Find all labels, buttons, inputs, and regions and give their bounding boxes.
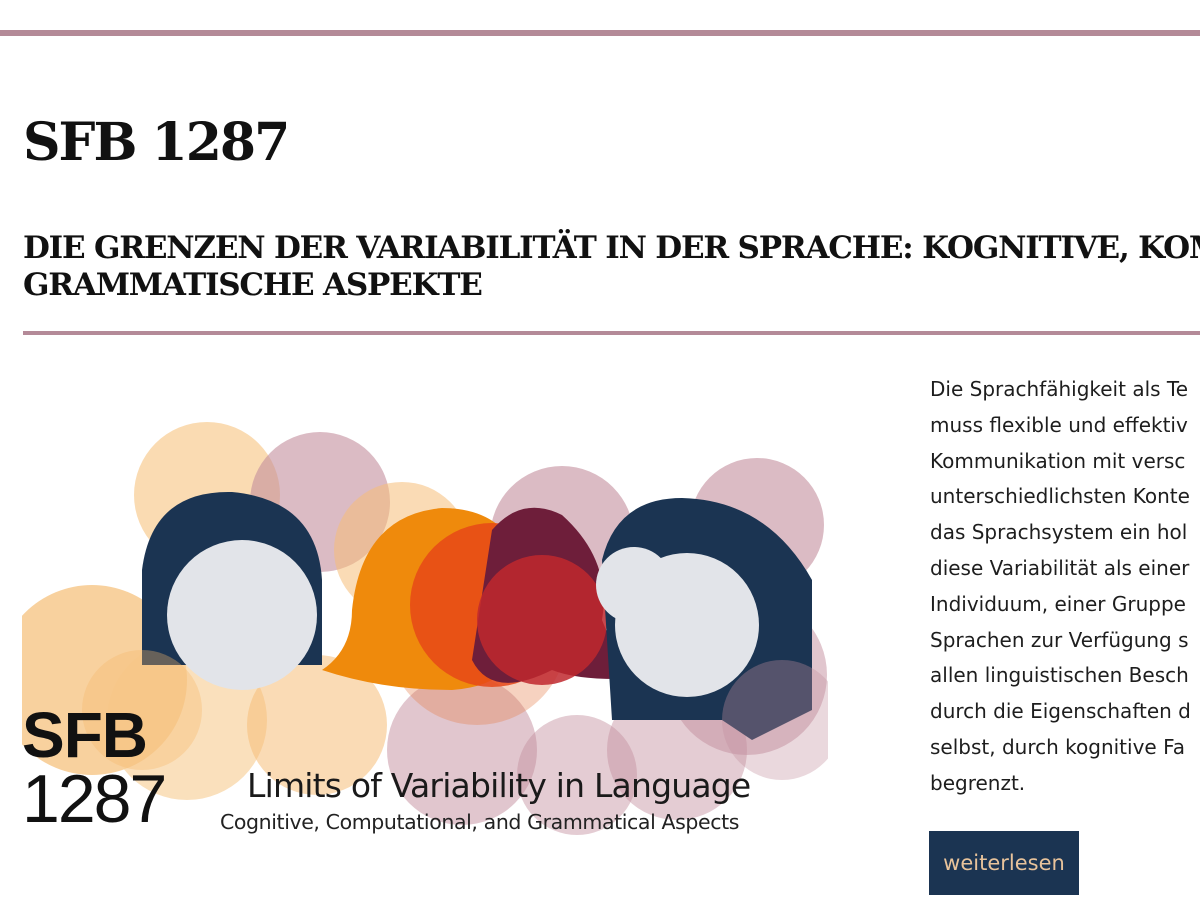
sfb-logo: SFB 1287 Limits of Variability in Langua… [22,420,828,840]
site-title: SFB 1287 [23,112,290,173]
intro-line: Sprachen zur Verfügung s [930,627,1189,652]
logo-sfb-text: SFB [22,699,148,771]
section-divider [23,331,1200,335]
intro-text: Die Sprachfähigkeit als Te muss flexible… [930,372,1200,802]
intro-line: Kommunikation mit versc [930,448,1186,473]
intro-line: unterschiedlichsten Konte [930,484,1190,509]
top-divider [0,30,1200,36]
logo-number-text: 1287 [22,761,167,837]
intro-line: diese Variabilität als einer [930,555,1190,580]
logo-title: Limits of Variability in Language [247,766,751,805]
intro-line: durch die Eigenschaften d [930,699,1191,724]
read-more-button[interactable]: weiterlesen [929,831,1079,895]
intro-line: begrenzt. [930,770,1026,795]
intro-line: allen linguistischen Besch [930,663,1189,688]
intro-line: das Sprachsystem ein hol [930,520,1188,545]
logo-subtitle: Cognitive, Computational, and Grammatica… [220,810,740,834]
project-subtitle: DIE GRENZEN DER VARIABILITÄT IN DER SPRA… [23,230,1200,304]
page: SFB 1287 DIE GRENZEN DER VARIABILITÄT IN… [0,0,1200,900]
intro-line: Die Sprachfähigkeit als Te [930,377,1189,401]
intro-line: Individuum, einer Gruppe [930,591,1186,616]
intro-line: selbst, durch kognitive Fa [930,734,1185,759]
subtitle-line: DIE GRENZEN DER VARIABILITÄT IN DER SPRA… [23,230,1200,266]
intro-line: muss flexible und effektiv [930,412,1188,437]
subtitle-line: GRAMMATISCHE ASPEKTE [23,267,483,303]
